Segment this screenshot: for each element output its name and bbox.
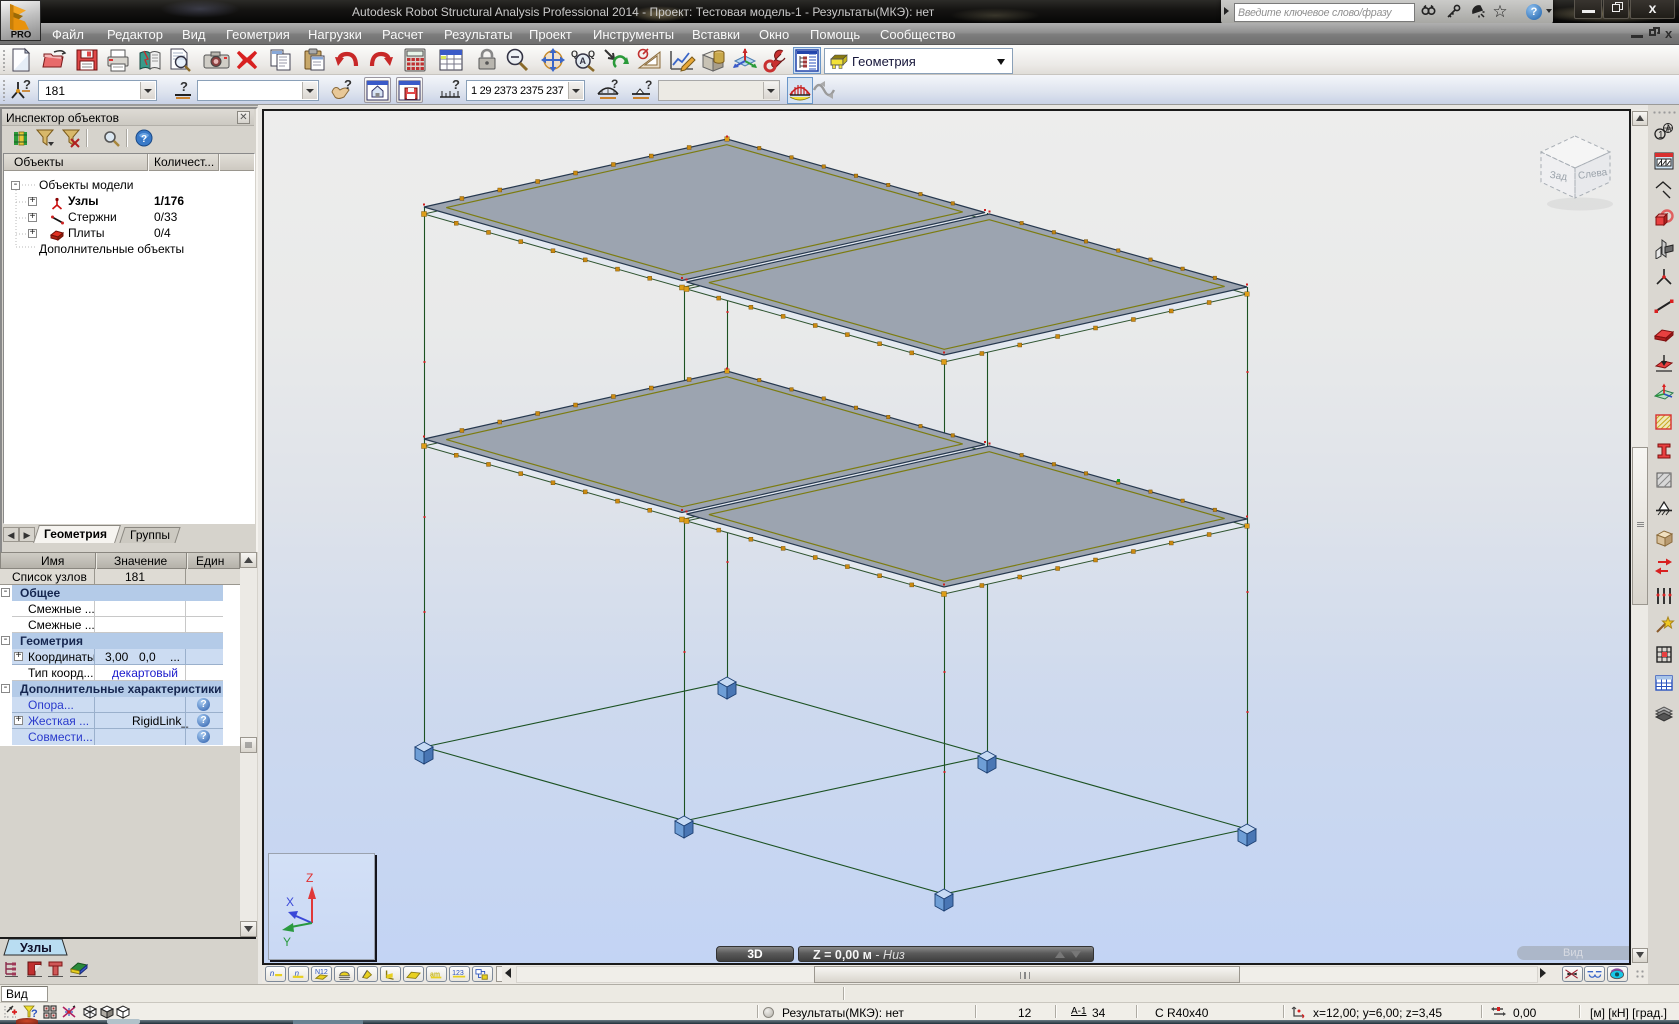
svg-text:A: A <box>1666 124 1672 134</box>
svg-text:Z: Z <box>306 871 313 885</box>
svg-text:?: ? <box>180 79 188 94</box>
svg-text:?: ? <box>452 78 460 92</box>
svg-text:Узлы: Узлы <box>20 941 52 955</box>
svg-text:X: X <box>286 895 294 909</box>
svg-text:A: A <box>580 56 587 66</box>
svg-text:?: ? <box>23 78 31 92</box>
svg-text:?: ? <box>611 78 618 91</box>
svg-text:?: ? <box>141 134 147 145</box>
svg-text:n: n <box>270 969 275 978</box>
svg-text:?: ? <box>344 78 352 92</box>
svg-text:Y: Y <box>283 935 291 949</box>
svg-text:1: 1 <box>1658 130 1664 141</box>
svg-text:PRO: PRO <box>11 30 32 41</box>
svg-text:?: ? <box>645 78 652 92</box>
